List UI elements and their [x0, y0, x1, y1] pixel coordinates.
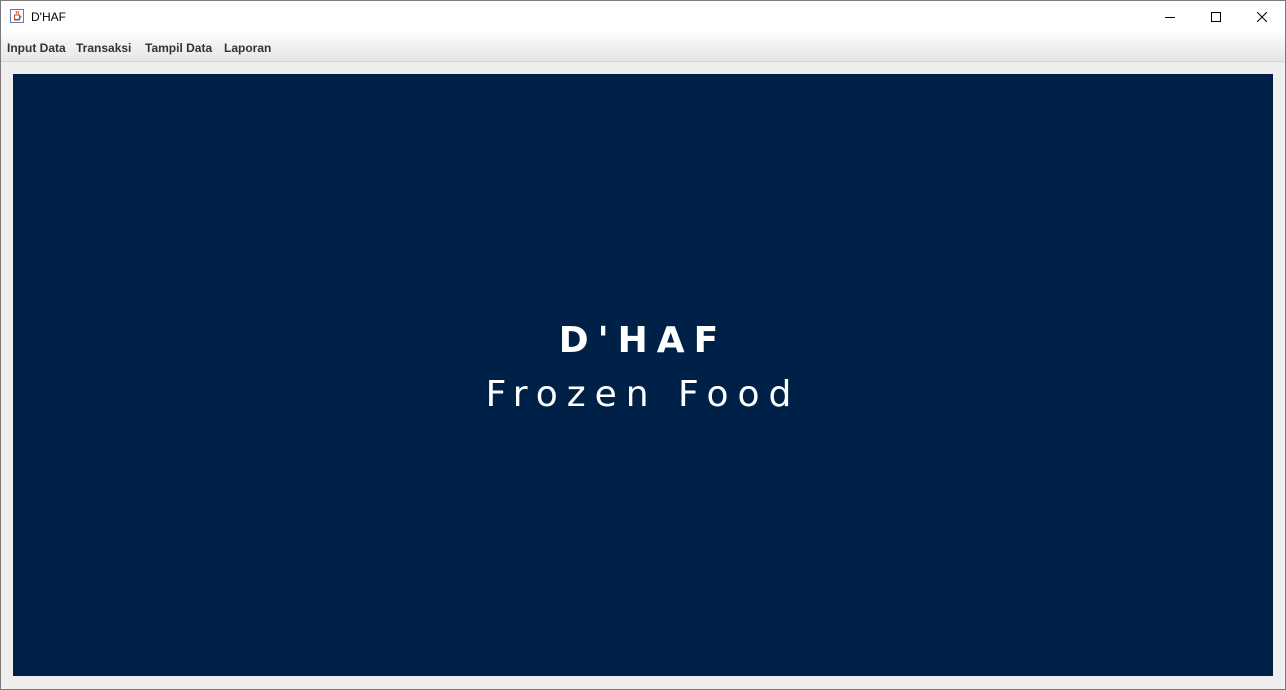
minimize-button[interactable] [1147, 1, 1193, 33]
menu-bar: Input Data Transaksi Tampil Data Laporan [1, 33, 1285, 62]
maximize-button[interactable] [1193, 1, 1239, 33]
menu-tampil-data[interactable]: Tampil Data [145, 41, 212, 55]
java-coffee-cup-icon [9, 8, 25, 24]
window-title: D'HAF [31, 10, 66, 24]
minimize-icon [1165, 17, 1175, 18]
close-icon [1257, 12, 1267, 22]
brand-tagline: Frozen Food [485, 374, 801, 415]
maximize-icon [1211, 12, 1221, 22]
app-window: D'HAF Input Data Transaksi Tampil Data L… [0, 0, 1286, 690]
menu-laporan[interactable]: Laporan [224, 41, 271, 55]
brand-title: D'HAF [558, 320, 728, 361]
title-bar[interactable]: D'HAF [1, 1, 1285, 33]
menu-input-data[interactable]: Input Data [7, 41, 66, 55]
splash-panel: D'HAF Frozen Food [13, 74, 1273, 676]
close-button[interactable] [1239, 1, 1285, 33]
menu-transaksi[interactable]: Transaksi [76, 41, 131, 55]
